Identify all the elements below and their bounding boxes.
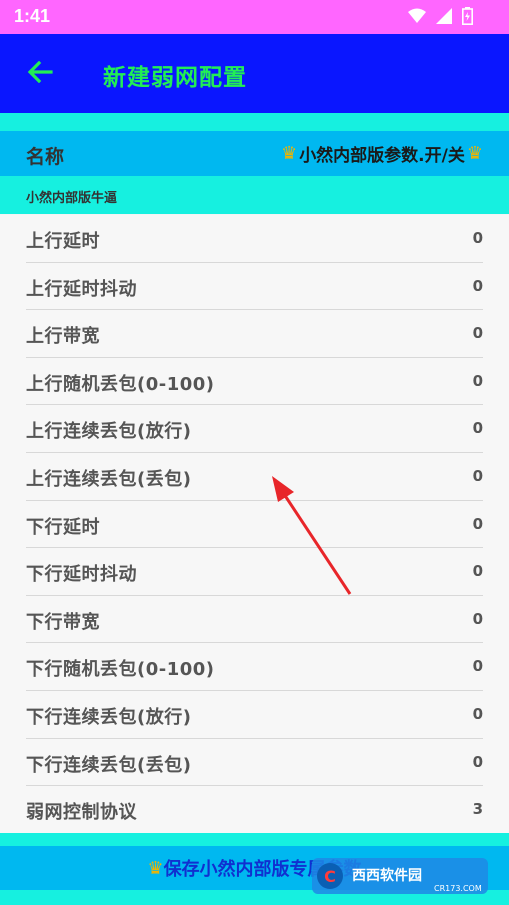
setting-row-downlink-burst-pass[interactable]: 下行连续丢包(放行) 0 [26,691,483,739]
name-value: ♛ 小然内部版参数.开/关 ♛ [281,141,483,166]
setting-value: 0 [472,466,483,485]
setting-value: 0 [472,324,483,343]
arrow-left-icon [27,60,53,87]
setting-value: 0 [472,276,483,295]
setting-value: 0 [472,657,483,676]
setting-row-downlink-burst-drop[interactable]: 下行连续丢包(丢包) 0 [26,739,483,787]
setting-row-uplink-burst-drop[interactable]: 上行连续丢包(丢包) 0 [26,453,483,501]
watermark-site: CR173.COM [434,884,482,893]
setting-row-downlink-jitter[interactable]: 下行延时抖动 0 [26,548,483,596]
svg-text:C: C [324,867,336,886]
setting-label: 下行延时 [26,516,100,538]
setting-value: 0 [472,514,483,533]
setting-label: 上行带宽 [26,326,100,348]
crown-icon: ♛ [466,143,483,164]
section-label: 小然内部版牛逼 [26,191,118,206]
settings-list: 上行延时 0 上行延时抖动 0 上行带宽 0 上行随机丢包(0-100) 0 上… [0,215,509,834]
crown-icon: ♛ [281,143,298,164]
status-icons [408,7,473,29]
section-header: 小然内部版牛逼 [0,176,509,214]
back-button[interactable] [22,56,58,92]
setting-value: 3 [472,800,483,819]
name-row[interactable]: 名称 ♛ 小然内部版参数.开/关 ♛ [0,131,509,176]
setting-row-uplink-burst-pass[interactable]: 上行连续丢包(放行) 0 [26,405,483,453]
watermark-logo: C 西西软件园 CR173.COM [312,858,488,894]
setting-row-downlink-delay[interactable]: 下行延时 0 [26,501,483,549]
status-time: 1:41 [14,6,51,26]
setting-label: 弱网控制协议 [26,802,137,824]
bottom-divider-strip [0,833,509,846]
setting-row-downlink-bandwidth[interactable]: 下行带宽 0 [26,596,483,644]
setting-value: 0 [472,229,483,247]
setting-value: 0 [472,419,483,438]
setting-label: 下行延时抖动 [26,564,137,586]
setting-row-uplink-random-loss[interactable]: 上行随机丢包(0-100) 0 [26,358,483,406]
setting-row-uplink-bandwidth[interactable]: 上行带宽 0 [26,310,483,358]
name-label: 名称 [26,146,65,168]
setting-label: 上行延时 [26,231,100,252]
setting-value: 0 [472,562,483,581]
setting-label: 下行连续丢包(丢包) [26,754,192,776]
setting-value: 0 [472,609,483,628]
setting-label: 上行随机丢包(0-100) [26,373,215,395]
setting-row-protocol[interactable]: 弱网控制协议 3 [26,786,483,834]
wifi-icon [408,8,426,28]
setting-value: 0 [472,752,483,771]
setting-value: 0 [472,704,483,723]
battery-icon [462,7,473,29]
setting-value: 0 [472,371,483,390]
app-bar: 新建弱网配置 [0,34,509,113]
setting-label: 下行随机丢包(0-100) [26,659,215,681]
crown-icon: ♛ [147,857,164,879]
top-divider-strip [0,113,509,131]
setting-label: 下行连续丢包(放行) [26,706,192,728]
setting-row-uplink-jitter[interactable]: 上行延时抖动 0 [26,263,483,311]
status-bar: 1:41 [0,0,509,34]
setting-label: 上行连续丢包(丢包) [26,468,192,490]
setting-row-downlink-random-loss[interactable]: 下行随机丢包(0-100) 0 [26,643,483,691]
signal-icon [436,8,452,28]
setting-label: 上行延时抖动 [26,278,137,300]
setting-row-uplink-delay[interactable]: 上行延时 0 [26,215,483,263]
setting-label: 下行带宽 [26,611,100,633]
watermark-brand: 西西软件园 [352,867,422,884]
page-title: 新建弱网配置 [103,65,247,91]
setting-label: 上行连续丢包(放行) [26,421,192,443]
name-value-text: 小然内部版参数.开/关 [299,146,465,166]
